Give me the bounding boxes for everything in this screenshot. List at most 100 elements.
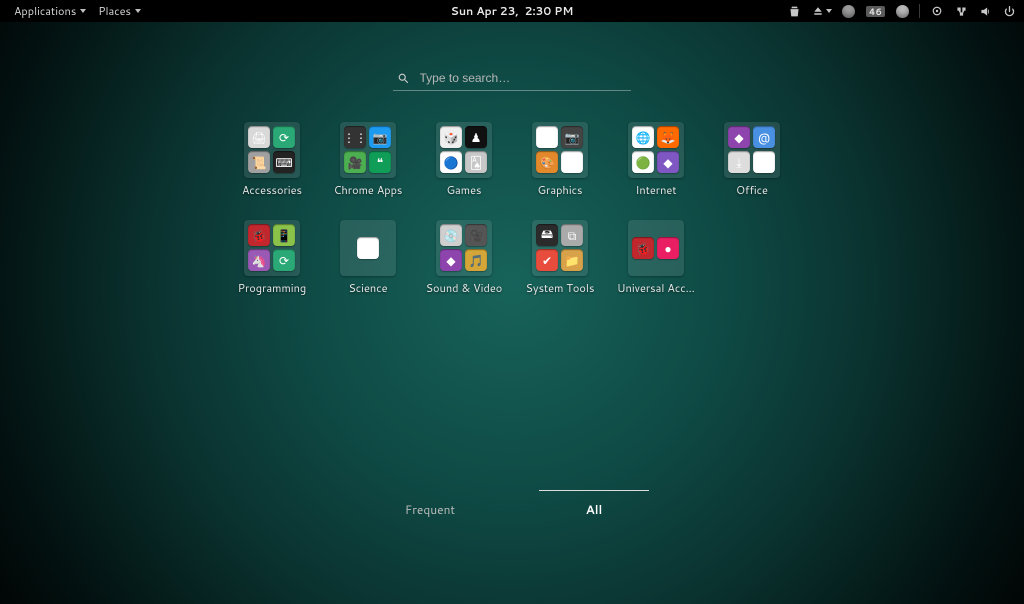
folder-thumbnail: 🖴⧉✔📁 — [532, 220, 588, 276]
clock-date: Sun Apr 23, — [451, 3, 519, 19]
app-folder-system-tools[interactable]: 🖴⧉✔📁 System Tools — [520, 220, 600, 296]
app-mini-icon: ◆ — [657, 151, 679, 173]
app-mini-icon: ♟ — [465, 126, 487, 148]
chevron-down-icon — [80, 9, 86, 13]
search-input[interactable] — [418, 70, 627, 86]
app-mini-icon — [753, 151, 775, 173]
folder-label: Internet — [617, 182, 695, 198]
search-icon — [397, 71, 410, 85]
applications-menu-label: Applications — [14, 3, 76, 19]
folder-thumbnail: 🖨⟳📜⌨ — [244, 122, 300, 178]
folder-thumbnail: ƒ — [340, 220, 396, 276]
app-mini-icon: 🟢 — [632, 151, 654, 173]
app-mini-icon: ◆ — [728, 126, 750, 148]
activities-overview: 🖨⟳📜⌨Accessories⋮⋮📷🎥❝Chrome Apps🎲♟🔵🂡Games… — [0, 22, 1024, 604]
app-mini-icon: 📜 — [248, 151, 270, 173]
app-mini-icon: 🖨 — [248, 126, 270, 148]
app-mini-icon: ❝ — [369, 151, 391, 173]
app-mini-icon: 📱 — [273, 224, 295, 246]
app-mini-icon: 📁 — [561, 249, 583, 271]
app-mini-icon: 🂡 — [465, 151, 487, 173]
folder-thumbnail: 🖉📷🎨 — [532, 122, 588, 178]
app-mini-icon — [561, 151, 583, 173]
tab-frequent[interactable]: Frequent — [375, 501, 485, 524]
app-mini-icon: ◆ — [440, 249, 462, 271]
folder-label: System Tools — [521, 280, 599, 296]
app-mini-icon: 📷 — [369, 126, 391, 148]
app-mini-icon: ● — [657, 237, 679, 259]
app-mini-icon: ⤓ — [728, 151, 750, 173]
app-folder-science[interactable]: ƒ Science — [328, 220, 408, 296]
folder-thumbnail: 🌐🦊🟢◆ — [628, 122, 684, 178]
places-menu-label: Places — [98, 3, 131, 19]
network-icon[interactable] — [954, 4, 968, 18]
chevron-down-icon — [826, 9, 832, 13]
app-mini-icon: 🎵 — [465, 249, 487, 271]
folder-thumbnail: ⋮⋮📷🎥❝ — [340, 122, 396, 178]
app-mini-icon: ⟳ — [273, 249, 295, 271]
app-mini-icon: 🎥 — [465, 224, 487, 246]
folder-thumbnail: 🐞📱🦄⟳ — [244, 220, 300, 276]
clock[interactable]: Sun Apr 23, 2:30 PM — [451, 3, 574, 19]
clock-time: 2:30 PM — [525, 3, 574, 19]
app-mini-icon: ⌨ — [273, 151, 295, 173]
app-mini-icon: 📷 — [561, 126, 583, 148]
status-tray: 46 — [788, 0, 1016, 22]
app-folder-accessories[interactable]: 🖨⟳📜⌨ Accessories — [232, 122, 312, 198]
app-folder-universal-access[interactable]: 🐞● Universal Access — [616, 220, 696, 296]
app-mini-icon: 🦊 — [657, 126, 679, 148]
app-folder-games[interactable]: 🎲♟🔵🂡 Games — [424, 122, 504, 198]
trash-icon[interactable] — [788, 4, 802, 18]
app-folder-office[interactable]: ◆@⤓ Office — [712, 122, 792, 198]
view-tabs: Frequent All — [375, 490, 649, 524]
app-folder-internet[interactable]: 🌐🦊🟢◆ Internet — [616, 122, 696, 198]
app-folder-programming[interactable]: 🐞📱🦄⟳Programming — [232, 220, 312, 296]
app-mini-icon: 🎨 — [536, 151, 558, 173]
search-box[interactable] — [393, 68, 631, 91]
app-folder-chrome-apps[interactable]: ⋮⋮📷🎥❝ Chrome Apps — [328, 122, 408, 198]
app-mini-icon: ⋮⋮ — [344, 126, 366, 148]
app-mini-icon: 💿 — [440, 224, 462, 246]
chevron-down-icon — [135, 9, 141, 13]
applications-menu[interactable]: Applications — [8, 0, 92, 22]
power-icon[interactable] — [1002, 4, 1016, 18]
tab-all[interactable]: All — [539, 490, 649, 524]
folder-label: Accessories — [233, 182, 311, 198]
app-mini-icon: 🦄 — [248, 249, 270, 271]
folder-label: Science — [329, 280, 407, 296]
user-icon[interactable] — [895, 4, 909, 18]
app-mini-icon: 🎥 — [344, 151, 366, 173]
app-folder-sound-video[interactable]: 💿🎥◆🎵 Sound & Video — [424, 220, 504, 296]
folder-label: Games — [425, 182, 503, 198]
folder-thumbnail: ◆@⤓ — [724, 122, 780, 178]
app-mini-icon: ⧉ — [561, 224, 583, 246]
app-mini-icon: 🌐 — [632, 126, 654, 148]
app-grid: 🖨⟳📜⌨Accessories⋮⋮📷🎥❝Chrome Apps🎲♟🔵🂡Games… — [232, 122, 792, 296]
folder-label: Universal Access — [617, 280, 695, 296]
top-bar: Applications Places Sun Apr 23, 2:30 PM … — [0, 0, 1024, 22]
engine-icon[interactable] — [930, 4, 944, 18]
folder-label: Office — [713, 182, 791, 198]
tray-separator — [919, 4, 920, 18]
app-mini-icon: @ — [753, 126, 775, 148]
app-mini-icon: 🖉 — [536, 126, 558, 148]
app-folder-graphics[interactable]: 🖉📷🎨 Graphics — [520, 122, 600, 198]
notification-badge[interactable]: 46 — [866, 6, 885, 17]
app-mini-icon: 🖴 — [536, 224, 558, 246]
app-mini-icon: ƒ — [357, 237, 379, 259]
app-mini-icon: ✔ — [536, 249, 558, 271]
folder-label: Chrome Apps — [329, 182, 407, 198]
app-mini-icon: 🐞 — [632, 237, 654, 259]
folder-thumbnail: 🎲♟🔵🂡 — [436, 122, 492, 178]
folder-label: Sound & Video — [425, 280, 503, 296]
app-mini-icon: 🎲 — [440, 126, 462, 148]
app-mini-icon: 🔵 — [440, 151, 462, 173]
volume-icon[interactable] — [978, 4, 992, 18]
chat-icon[interactable] — [842, 4, 856, 18]
eject-menu[interactable] — [812, 0, 832, 22]
folder-thumbnail: 🐞● — [628, 220, 684, 276]
folder-thumbnail: 💿🎥◆🎵 — [436, 220, 492, 276]
app-mini-icon: ⟳ — [273, 126, 295, 148]
folder-label: Graphics — [521, 182, 599, 198]
places-menu[interactable]: Places — [92, 0, 147, 22]
